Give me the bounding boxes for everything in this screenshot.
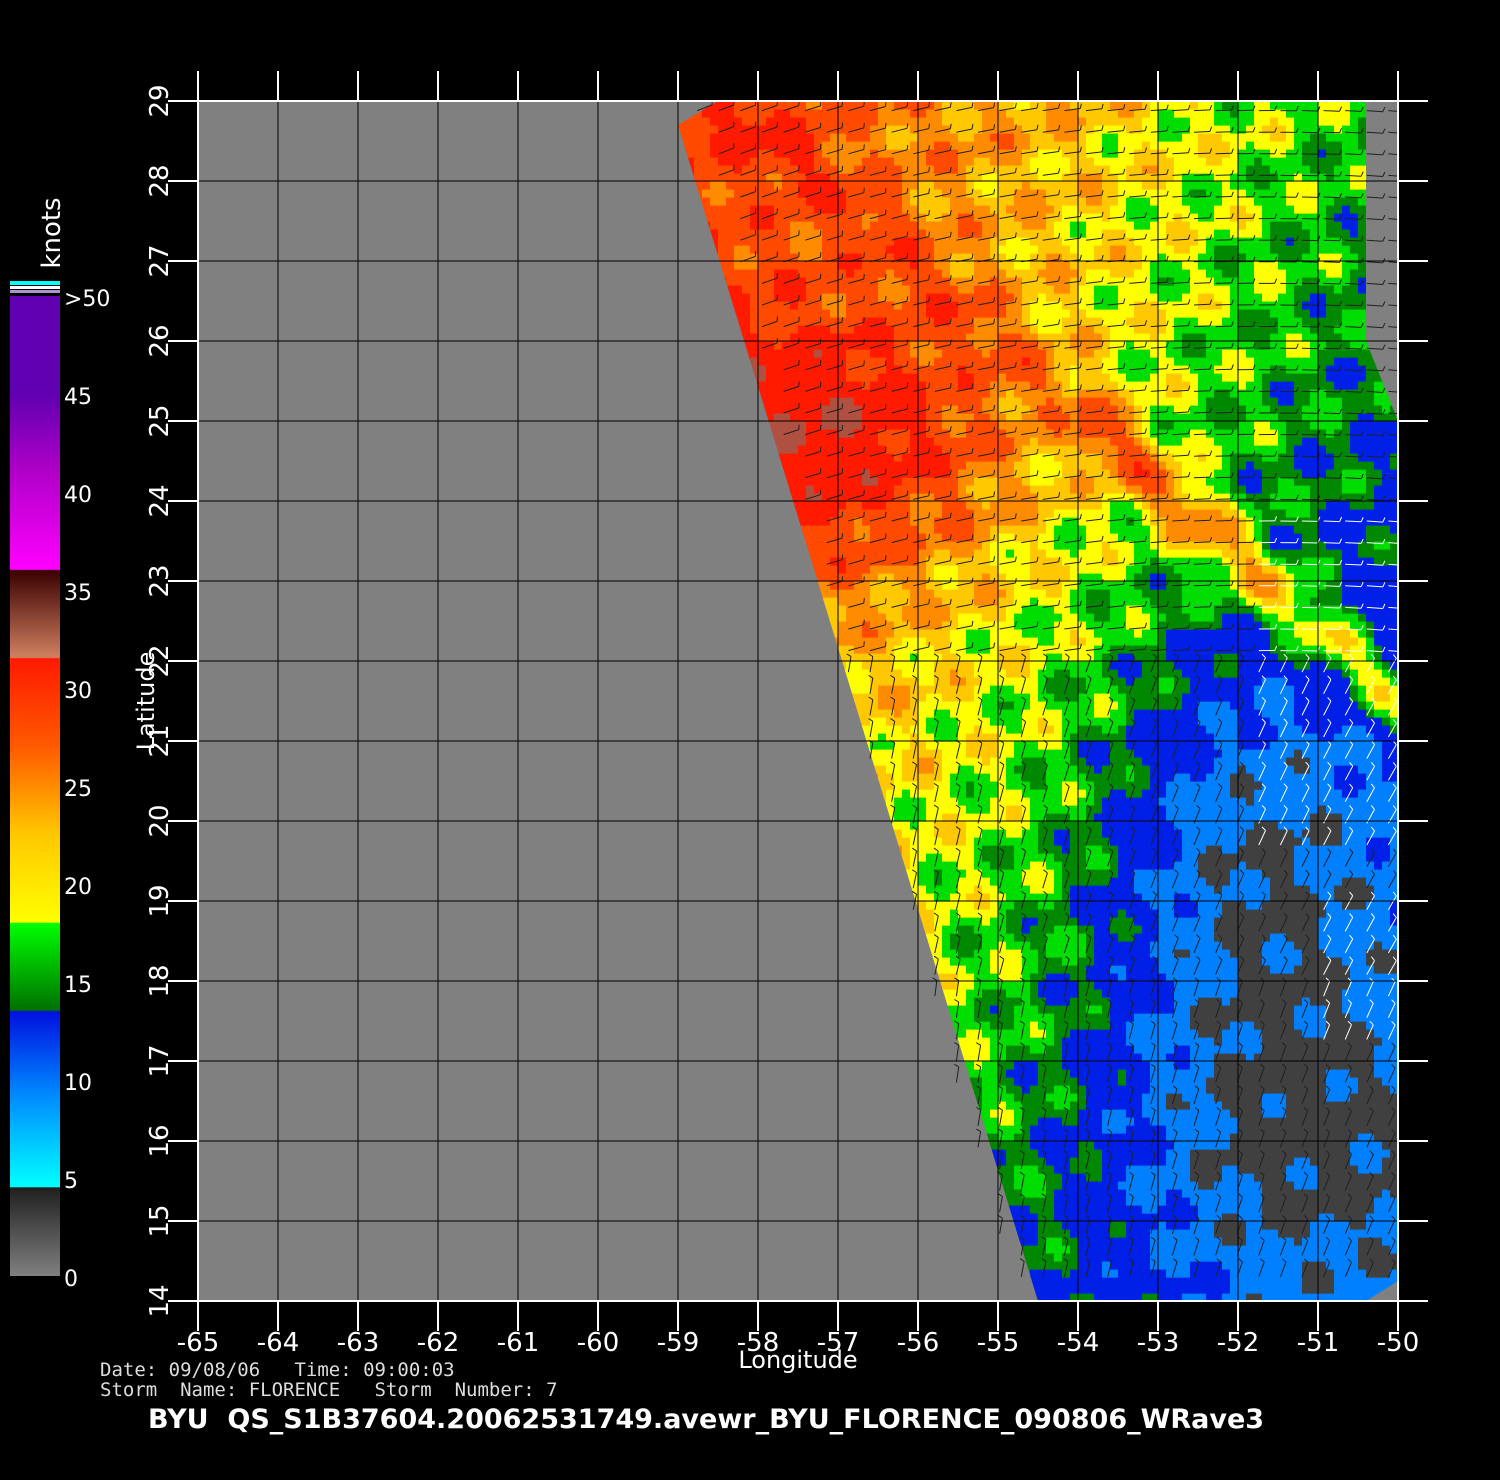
lon-tick-label: -52 bbox=[1217, 1328, 1259, 1358]
lon-tick-label: -51 bbox=[1297, 1328, 1339, 1358]
colorbar-labels: 0 5 10 15 20 25 30 35 40 45 >50 bbox=[64, 287, 110, 1292]
colorbar-label: 5 bbox=[64, 1169, 78, 1194]
colorbar-label: 40 bbox=[64, 483, 92, 508]
colorbar: knots 0 5 10 15 20 25 30 35 40 45 >50 bbox=[10, 197, 110, 1292]
colorbar-cap bbox=[10, 281, 60, 285]
date-time-line: Date: 09/08/06 Time: 09:00:03 bbox=[100, 1359, 455, 1381]
lat-tick-label: 16 bbox=[145, 1124, 175, 1157]
scatterometer-wind-map: -65 -64 -63 -62 -61 -60 -59 -58 -57 -56 -55 -54 -53-… bbox=[10, 71, 1428, 1374]
lon-tick-label: -64 bbox=[257, 1328, 299, 1358]
colorbar-bar bbox=[10, 296, 60, 1276]
lon-tick-label: -65 bbox=[177, 1328, 219, 1358]
lat-tick-label: 26 bbox=[145, 324, 175, 357]
lat-tick-label: 18 bbox=[145, 964, 175, 997]
lat-tick-label: 17 bbox=[145, 1044, 175, 1077]
colorbar-label: 0 bbox=[64, 1267, 78, 1292]
lon-tick-label: -63 bbox=[337, 1328, 379, 1358]
colorbar-cap-violet bbox=[10, 290, 60, 293]
lat-tick-label: 15 bbox=[145, 1204, 175, 1237]
colorbar-label: >50 bbox=[64, 287, 110, 312]
colorbar-label: 20 bbox=[64, 875, 92, 900]
lon-tick-label: -50 bbox=[1377, 1328, 1419, 1358]
lon-tick-label: -62 bbox=[417, 1328, 459, 1358]
lon-tick-label: -59 bbox=[657, 1328, 699, 1358]
lat-tick-label: 27 bbox=[145, 244, 175, 277]
colorbar-label: 35 bbox=[64, 581, 92, 606]
colorbar-label: 30 bbox=[64, 679, 92, 704]
colorbar-label: 25 bbox=[64, 777, 92, 802]
colorbar-unit-label: knots bbox=[37, 197, 67, 268]
colorbar-label: 45 bbox=[64, 385, 92, 410]
file-title: BYU QS_S1B37604.20062531749.avewr_BYU_FL… bbox=[148, 1404, 1265, 1435]
colorbar-cap-white bbox=[10, 286, 60, 289]
lat-tick-label: 29 bbox=[145, 84, 175, 117]
lon-tick-label: -54 bbox=[1057, 1328, 1099, 1358]
y-axis-label: Latitude bbox=[132, 652, 160, 751]
storm-name-line: Storm Name: FLORENCE Storm Number: 7 bbox=[100, 1379, 558, 1401]
lat-tick-label: 24 bbox=[145, 484, 175, 517]
lon-tick-label: -53 bbox=[1137, 1328, 1179, 1358]
lat-tick-label: 20 bbox=[145, 804, 175, 837]
lon-tick-label: -60 bbox=[577, 1328, 619, 1358]
lat-tick-label: 19 bbox=[145, 884, 175, 917]
lat-tick-label: 28 bbox=[145, 164, 175, 197]
colorbar-label: 15 bbox=[64, 973, 92, 998]
colorbar-label: 10 bbox=[64, 1071, 92, 1096]
lat-tick-label: 14 bbox=[145, 1284, 175, 1317]
lon-tick-label: -55 bbox=[977, 1328, 1019, 1358]
lat-tick-label: 25 bbox=[145, 404, 175, 437]
x-axis-label: Longitude bbox=[738, 1346, 857, 1374]
lon-tick-label: -61 bbox=[497, 1328, 539, 1358]
lat-tick-label: 23 bbox=[145, 564, 175, 597]
lon-tick-label: -56 bbox=[897, 1328, 939, 1358]
